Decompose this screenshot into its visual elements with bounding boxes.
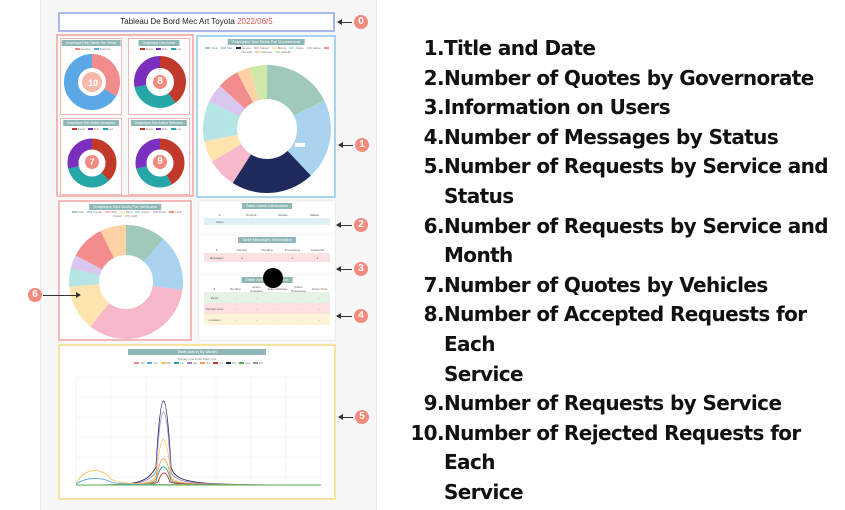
active-chart-panel: Graphique Des Active Devis Rdv Livr 8 (128, 38, 190, 115)
badge-10: 10 (85, 75, 101, 91)
list-item: 5. Number of Requests by Service and (423, 154, 829, 179)
refused-chart-panel: Graphique Des Action Refusees Devis Rdv Li… (128, 118, 190, 195)
chart-title: Table Action By Month (128, 349, 266, 355)
dashboard-title: Tableau De Bord Mec Art Toyota (120, 17, 235, 26)
list-item: Month (444, 243, 513, 268)
panel-title: Graphique Des Active (138, 40, 180, 46)
callout-arrow-2 (336, 222, 352, 228)
table-header: # Nombre Societe Salarie (218, 212, 319, 217)
chart-legend: Devis Rdv Livr (133, 47, 185, 51)
callout-8: 8 (153, 75, 167, 89)
callout-arrow-3 (336, 266, 352, 272)
list-item: 2. Number of Quotes by Governorate (423, 65, 815, 90)
callout-4: 4 (354, 309, 368, 323)
table-row: Livraison - - - - - (204, 314, 330, 325)
users-table: Table Users Information # Nombre Societe Sa… (200, 202, 334, 232)
vehicles-donut (69, 225, 183, 339)
callout-7: 7 (85, 155, 99, 169)
messages-table: Table Messages Information # Nombre Pendin… (200, 236, 334, 272)
list-item: 7. Number of Quotes by Vehicles (423, 272, 769, 297)
callout-arrow-0 (337, 19, 352, 25)
list-item: 8. Number of Accepted Requests for Each (423, 302, 807, 356)
list-item: Service (444, 479, 524, 504)
redaction-dot (263, 268, 283, 288)
list-item: Status (444, 183, 514, 208)
callout-9: 9 (153, 155, 167, 169)
chart-subtitle: Display Line Chart Math Line (177, 357, 217, 361)
callout-arrow-5 (338, 414, 353, 420)
table-title: Table Messages Information (237, 237, 297, 243)
callout-arrow-6 (43, 295, 77, 296)
callout-5: 5 (355, 410, 369, 424)
callout-arrow-1 (338, 142, 353, 148)
callout-3: 3 (354, 262, 368, 276)
list-item: 1. Title and Date (423, 36, 596, 60)
governorate-donut (203, 65, 331, 193)
vehicles-chart-panel: Graphique Des Devis Par Vehicules Yaris C… (58, 200, 192, 341)
list-item: 6. Number of Requests by Service and (423, 213, 829, 238)
panel-title: Graphique Des Devis Par Vehicules (89, 204, 161, 210)
callout-1: 1 (355, 138, 369, 152)
month-line-chart (75, 376, 322, 486)
table-row: Rendez-vous - - - - - (204, 303, 330, 314)
table-row: Messages 4-1 3 (204, 253, 330, 262)
month-chart-panel: Table Action By Month Display Line Chart… (58, 344, 336, 500)
chart-legend: Devis Rdv Livr (133, 127, 185, 131)
table-row: Users - - - (204, 218, 330, 225)
feature-list: 1. Title and Date 2. Number of Quotes by G… (408, 34, 838, 508)
chart-legend: Femme Homme (65, 47, 117, 51)
chart-legend: Jan Fev Mar Avr Mai Jun Jul Aou Sep Oct (64, 362, 330, 366)
callout-2: 2 (354, 218, 368, 232)
dashboard-date: 2022/06/5 (237, 17, 273, 26)
callout-arrow-4 (336, 313, 352, 319)
table-title: Table Users Information (241, 203, 293, 209)
callout-0: 0 (354, 15, 368, 29)
clients-chart-panel: Graphique Des Clients Par Genre Femme Hom… (60, 38, 122, 115)
panel-title: Graphique Des Devis Par Gouvernorat (227, 39, 305, 45)
table-row: Devis - - - - - (204, 292, 330, 303)
panel-title: Graphique Des Action Acceptes (63, 120, 119, 126)
callout-arrowhead-6 (76, 292, 81, 298)
list-item: 4. Number of Messages by Status (423, 124, 779, 149)
list-item: 10. Number of Rejected Requests for Each (410, 420, 801, 475)
chart-legend: Tunis Sfax Sousse Nabeul Bizerte Ariana GabesM… (202, 47, 330, 54)
chart-legend: Yaris Corolla Hilux Rav4 Camry Prado Land Crui… (64, 211, 186, 218)
panel-title: Graphique Des Clients Par Genre (61, 40, 121, 46)
chart-legend: Devis Rdv Livr (65, 127, 117, 131)
table-header: # Nombre Pending Processing Answered (215, 247, 325, 252)
list-item: 9. Number of Requests by Service (423, 391, 782, 416)
panel-title: Graphique Des Action Refusees (130, 120, 188, 126)
title-bar: Tableau De Bord Mec Art Toyota 2022/06/5 (58, 12, 335, 32)
list-item: Service (444, 361, 524, 386)
governorate-chart-panel: Graphique Des Devis Par Gouvernorat Tuni… (196, 35, 336, 198)
callout-6: 6 (28, 288, 42, 302)
accepted-chart-panel: Graphique Des Action Acceptes Devis Rdv Li… (60, 118, 122, 195)
list-item: 3. Information on Users (423, 95, 671, 120)
